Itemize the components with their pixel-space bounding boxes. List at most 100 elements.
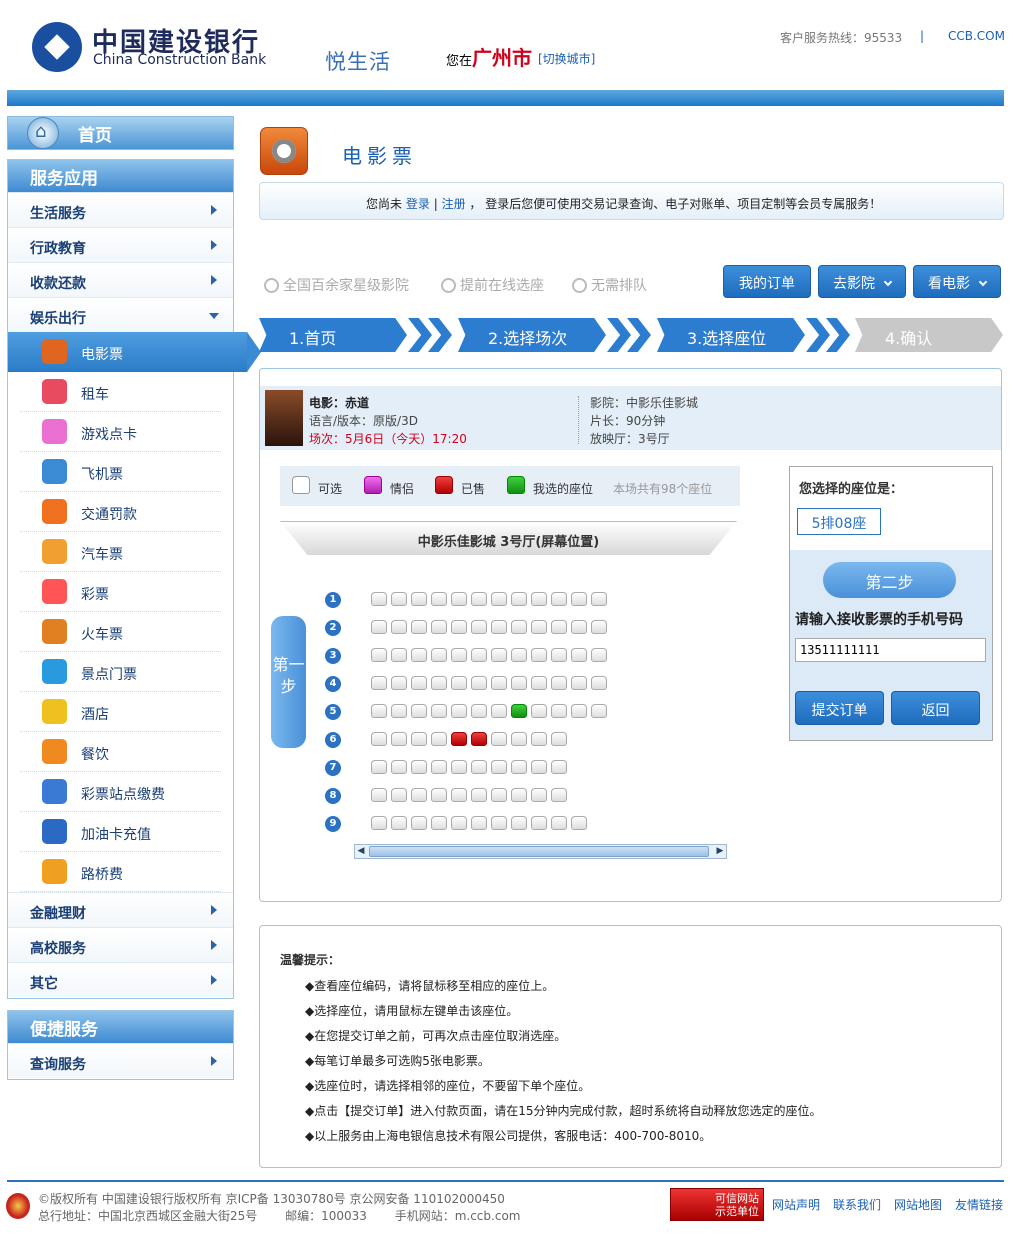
seat-available[interactable] bbox=[411, 732, 427, 746]
seat-available[interactable] bbox=[571, 704, 587, 718]
watch-movie-button[interactable]: 看电影 bbox=[913, 265, 1001, 298]
sidebar-item-fuel-pump[interactable]: 加油卡充值 bbox=[20, 812, 221, 852]
seat-available[interactable] bbox=[391, 816, 407, 830]
seat-available[interactable] bbox=[491, 760, 507, 774]
back-button[interactable]: 返回 bbox=[891, 691, 980, 725]
seat-available[interactable] bbox=[491, 592, 507, 606]
seat-available[interactable] bbox=[431, 592, 447, 606]
seat-available[interactable] bbox=[391, 732, 407, 746]
sidebar-cat-entertainment[interactable]: 娱乐出行 bbox=[8, 297, 233, 332]
sidebar-cat-label[interactable]: 金融理财 bbox=[30, 906, 86, 922]
sidebar-cat-finance[interactable]: 金融理财 bbox=[8, 892, 233, 927]
seat-available[interactable] bbox=[511, 760, 527, 774]
register-link[interactable]: 注册 bbox=[442, 197, 466, 211]
seat-available[interactable] bbox=[531, 816, 547, 830]
seat-available[interactable] bbox=[411, 676, 427, 690]
seat-available[interactable] bbox=[451, 676, 467, 690]
seat-available[interactable] bbox=[531, 788, 547, 802]
seat-available[interactable] bbox=[491, 704, 507, 718]
login-link[interactable]: 登录 bbox=[406, 197, 430, 211]
sidebar-item-car-rental[interactable]: 租车 bbox=[20, 372, 221, 412]
seat-available[interactable] bbox=[471, 592, 487, 606]
seat-available[interactable] bbox=[531, 592, 547, 606]
seat-available[interactable] bbox=[471, 760, 487, 774]
footer-link-sitemap[interactable]: 网站地图 bbox=[894, 1196, 942, 1213]
scrollbar-thumb[interactable] bbox=[369, 846, 709, 857]
seat-available[interactable] bbox=[571, 648, 587, 662]
sidebar-item-airplane[interactable]: 飞机票 bbox=[20, 452, 221, 492]
sidebar-item-label[interactable]: 租车 bbox=[81, 384, 109, 404]
seat-available[interactable] bbox=[571, 676, 587, 690]
seat-available[interactable] bbox=[451, 704, 467, 718]
sidebar-cat-label[interactable]: 查询服务 bbox=[30, 1057, 86, 1073]
sidebar-item-label[interactable]: 火车票 bbox=[81, 624, 123, 644]
sidebar-item-label[interactable]: 景点门票 bbox=[81, 664, 137, 684]
sidebar-item-label[interactable]: 交通罚款 bbox=[81, 504, 137, 524]
seat-available[interactable] bbox=[551, 620, 567, 634]
seat-available[interactable] bbox=[471, 648, 487, 662]
seat-available[interactable] bbox=[391, 704, 407, 718]
home-icon[interactable] bbox=[27, 117, 59, 149]
seat-available[interactable] bbox=[411, 704, 427, 718]
seat-available[interactable] bbox=[511, 816, 527, 830]
sidebar-item-label[interactable]: 酒店 bbox=[81, 704, 109, 724]
seat-available[interactable] bbox=[471, 788, 487, 802]
seat-available[interactable] bbox=[511, 648, 527, 662]
seat-available[interactable] bbox=[591, 648, 607, 662]
footer-link-statement[interactable]: 网站声明 bbox=[772, 1196, 820, 1213]
seat-available[interactable] bbox=[491, 620, 507, 634]
sidebar-cat-label[interactable]: 生活服务 bbox=[30, 206, 86, 222]
go-cinema-button[interactable]: 去影院 bbox=[818, 265, 906, 298]
seat-available[interactable] bbox=[371, 676, 387, 690]
seat-available[interactable] bbox=[511, 592, 527, 606]
phone-input[interactable]: 13511111111 bbox=[795, 638, 986, 662]
seat-available[interactable] bbox=[391, 648, 407, 662]
sidebar-item-label[interactable]: 电影票 bbox=[81, 344, 123, 364]
seat-available[interactable] bbox=[411, 760, 427, 774]
sidebar-cat-life[interactable]: 生活服务 bbox=[8, 192, 233, 227]
sidebar-item-traffic-car[interactable]: 交通罚款 bbox=[20, 492, 221, 532]
sidebar-item-label[interactable]: 路桥费 bbox=[81, 864, 123, 884]
sidebar-item-dining[interactable]: 餐饮 bbox=[20, 732, 221, 772]
sidebar-cat-query[interactable]: 查询服务 bbox=[8, 1043, 233, 1078]
sidebar-item-label[interactable]: 加油卡充值 bbox=[81, 824, 151, 844]
sidebar-item-label[interactable]: 飞机票 bbox=[81, 464, 123, 484]
sidebar-item-label[interactable]: 游戏点卡 bbox=[81, 424, 137, 444]
sidebar-item-bus[interactable]: 汽车票 bbox=[20, 532, 221, 572]
seat-available[interactable] bbox=[431, 788, 447, 802]
seat-available[interactable] bbox=[491, 732, 507, 746]
logo-en[interactable]: China Construction Bank bbox=[93, 52, 266, 68]
sidebar-item-label[interactable]: 彩票 bbox=[81, 584, 109, 604]
seat-available[interactable] bbox=[451, 620, 467, 634]
seat-available[interactable] bbox=[571, 620, 587, 634]
seat-available[interactable] bbox=[451, 648, 467, 662]
seat-available[interactable] bbox=[371, 788, 387, 802]
seat-available[interactable] bbox=[411, 788, 427, 802]
seat-available[interactable] bbox=[571, 592, 587, 606]
trusted-site-badge[interactable]: 可信网站 示范单位 bbox=[670, 1188, 764, 1221]
sidebar-cat-label[interactable]: 收款还款 bbox=[30, 276, 86, 292]
seat-available[interactable] bbox=[451, 816, 467, 830]
seat-available[interactable] bbox=[471, 704, 487, 718]
seat-available[interactable] bbox=[591, 592, 607, 606]
seat-available[interactable] bbox=[591, 676, 607, 690]
seat-available[interactable] bbox=[451, 788, 467, 802]
sidebar-item-film-reel[interactable]: 电影票 bbox=[8, 332, 261, 372]
sidebar-item-label[interactable]: 彩票站点缴费 bbox=[81, 784, 165, 804]
footer-link-friends[interactable]: 友情链接 bbox=[955, 1196, 1003, 1213]
seat-available[interactable] bbox=[391, 760, 407, 774]
seat-available[interactable] bbox=[411, 620, 427, 634]
seat-available[interactable] bbox=[371, 704, 387, 718]
sidebar-item-toll-road[interactable]: 路桥费 bbox=[20, 852, 221, 892]
seat-available[interactable] bbox=[431, 816, 447, 830]
seat-available[interactable] bbox=[571, 816, 587, 830]
seat-available[interactable] bbox=[531, 648, 547, 662]
seat-available[interactable] bbox=[551, 760, 567, 774]
seat-available[interactable] bbox=[551, 788, 567, 802]
seat-available[interactable] bbox=[511, 788, 527, 802]
seat-available[interactable] bbox=[471, 816, 487, 830]
sidebar-item-lottery-balls[interactable]: 彩票站点缴费 bbox=[20, 772, 221, 812]
seat-map-scrollbar[interactable]: ◀ ▶ bbox=[354, 844, 727, 859]
ccb-logo-icon[interactable] bbox=[32, 22, 82, 72]
seat-available[interactable] bbox=[591, 704, 607, 718]
